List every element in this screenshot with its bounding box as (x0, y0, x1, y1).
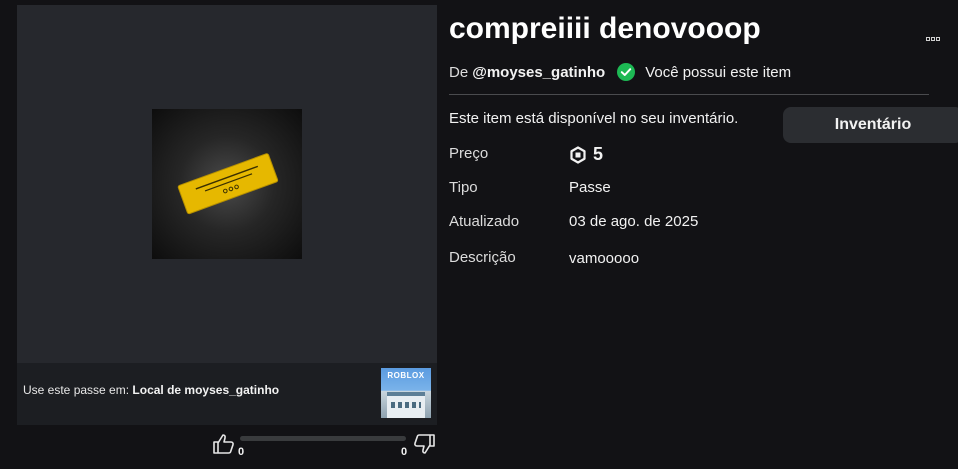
price-label: Preço (449, 145, 489, 162)
inventory-button[interactable]: Inventário (783, 107, 958, 143)
use-pass-bar: Use este passe em: Local de moyses_gatin… (17, 363, 437, 425)
creator-row: De @moyses_gatinho Você possui este item (449, 63, 791, 81)
upvote-count: 0 (238, 446, 245, 458)
header-divider (449, 94, 929, 95)
place-building-image (387, 392, 425, 418)
type-value: Passe (569, 179, 611, 196)
thumbs-up-icon[interactable] (212, 432, 236, 456)
description-value: vamooooo (569, 250, 640, 267)
more-options-icon[interactable] (926, 28, 946, 41)
availability-text: Este item está disponível no seu inventá… (449, 110, 739, 127)
use-pass-text: Use este passe em: Local de moyses_gatin… (23, 383, 279, 397)
item-thumbnail-panel: Use este passe em: Local de moyses_gatin… (17, 5, 437, 425)
more-dot (936, 37, 940, 41)
type-label: Tipo (449, 179, 478, 196)
gamepass-ticket-icon (177, 153, 279, 215)
creator-prefix: De (449, 63, 469, 81)
downvote-count: 0 (401, 446, 408, 458)
more-dot (926, 37, 930, 41)
robux-icon (570, 145, 586, 164)
creator-link[interactable]: @moyses_gatinho (472, 64, 605, 81)
price-value: 5 (569, 144, 603, 165)
updated-label: Atualizado (449, 213, 520, 230)
thumbs-down-icon[interactable] (412, 432, 436, 456)
vote-row: 0 0 (210, 432, 438, 462)
place-thumbnail[interactable]: ROBLOX (381, 368, 431, 418)
price-amount: 5 (593, 144, 604, 164)
more-dot (931, 37, 935, 41)
use-pass-prefix: Use este passe em: (23, 383, 130, 397)
description-label: Descrição (449, 249, 516, 266)
item-title: compreiiii denovooop (449, 12, 761, 45)
item-thumbnail (152, 109, 302, 259)
vote-ratio-bar (240, 436, 406, 441)
place-logo-text: ROBLOX (387, 371, 425, 380)
updated-value: 03 de ago. de 2025 (569, 213, 699, 230)
place-name-link[interactable]: Local de moyses_gatinho (132, 383, 279, 397)
check-circle-icon (617, 63, 636, 81)
owned-status-text: Você possui este item (645, 63, 792, 81)
